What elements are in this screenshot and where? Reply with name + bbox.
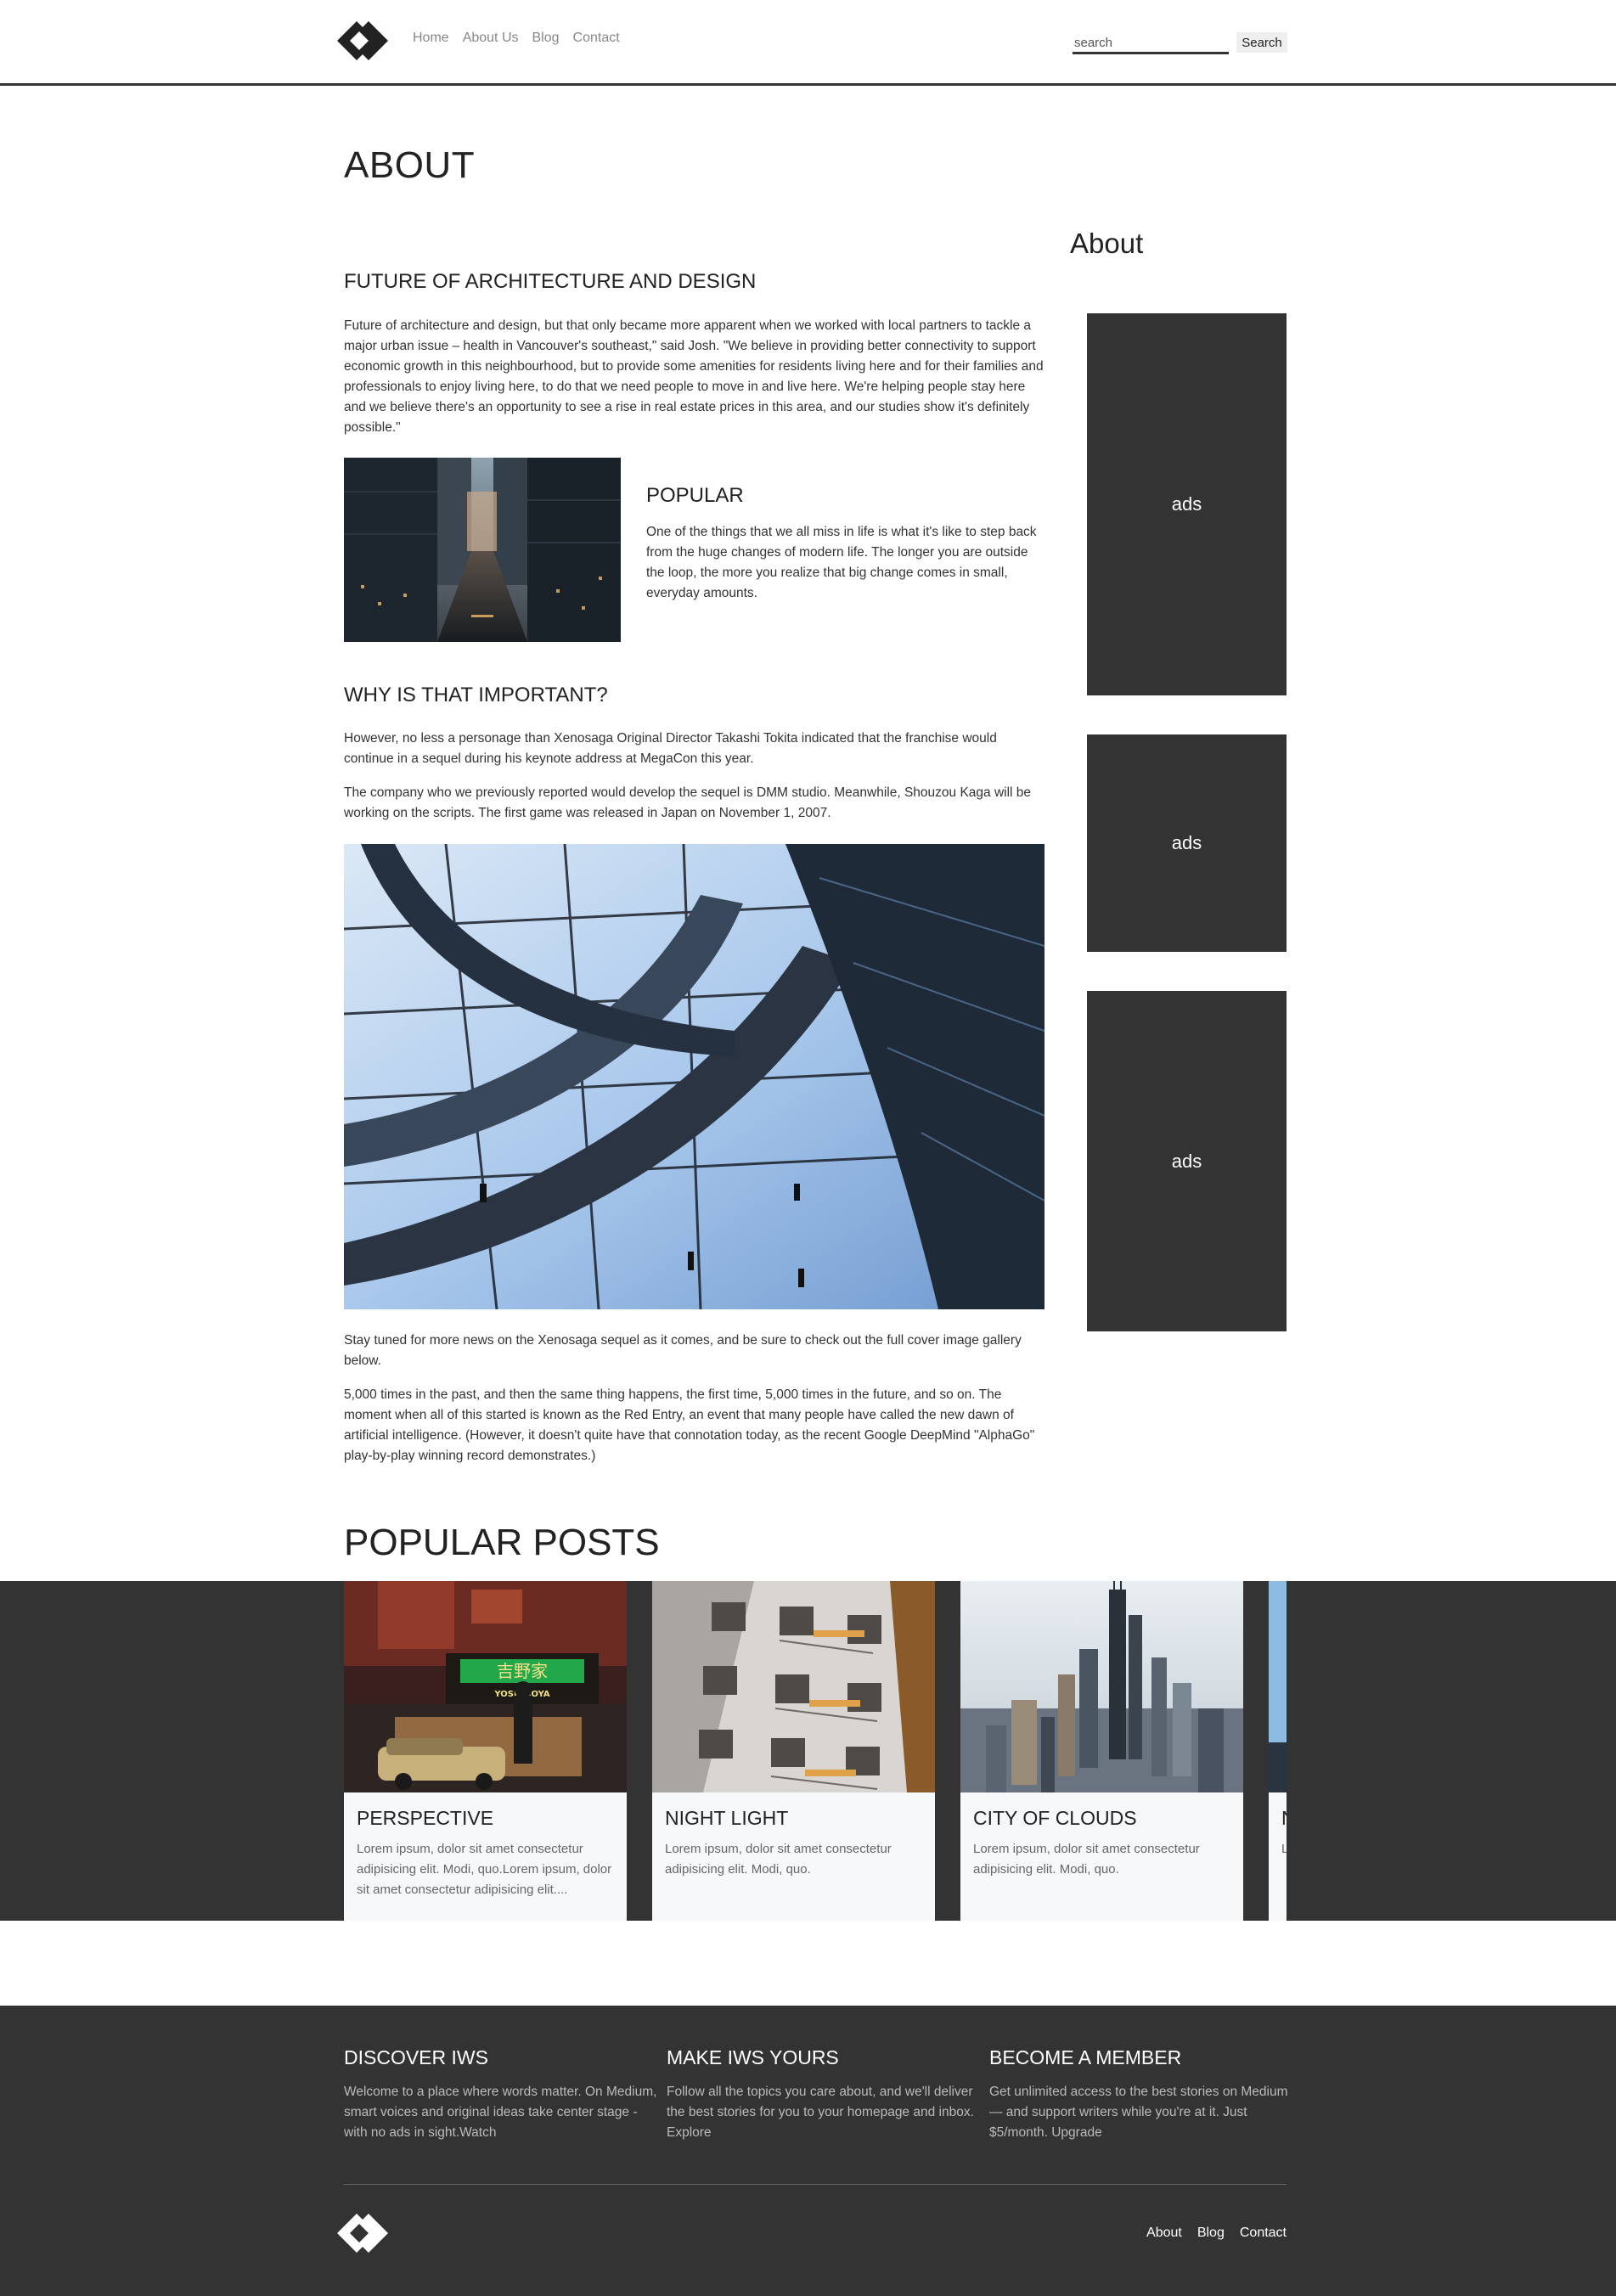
post-card-perspective[interactable]: 吉野家 YOSHINOYA PERSPECTIVE Lorem ipsum, d… bbox=[344, 1581, 627, 1921]
ad-slot-2[interactable]: ads bbox=[1087, 734, 1287, 952]
footer-text-member: Get unlimited access to the best stories… bbox=[989, 2085, 1288, 2140]
main-nav: Home About Us Blog Contact bbox=[413, 31, 620, 46]
post-excerpt-partial: L a bbox=[1281, 1842, 1287, 1856]
post-title-partial[interactable]: N bbox=[1281, 1807, 1287, 1830]
section-text-why-2: The company who we previously reported w… bbox=[344, 785, 1032, 820]
footer-title-discover: DISCOVER IWS bbox=[344, 2046, 488, 2068]
svg-text:吉野家: 吉野家 bbox=[497, 1661, 548, 1681]
post-card-partial[interactable]: N L a bbox=[1269, 1581, 1287, 1921]
post-image-night-light bbox=[652, 1581, 935, 1792]
section-heading-why: WHY IS THAT IMPORTANT? bbox=[344, 684, 608, 706]
post-excerpt-perspective: Lorem ipsum, dolor sit amet consectetur … bbox=[357, 1842, 612, 1897]
nav-about-us[interactable]: About Us bbox=[463, 31, 519, 46]
post-image-partial bbox=[1269, 1581, 1287, 1792]
section-text-why-4: 5,000 times in the past, and then the sa… bbox=[344, 1387, 1035, 1463]
post-image-city-of-clouds bbox=[960, 1581, 1243, 1792]
ad-slot-3[interactable]: ads bbox=[1087, 991, 1287, 1331]
footer-divider bbox=[344, 2184, 1287, 2185]
footer-nav: About Blog Contact bbox=[1146, 2226, 1287, 2241]
post-image-perspective: 吉野家 YOSHINOYA bbox=[344, 1581, 627, 1792]
popular-posts-carousel: 吉野家 YOSHINOYA PERSPECTIVE Lorem ipsum, d… bbox=[344, 1581, 1287, 1921]
footer-logo-icon[interactable] bbox=[336, 2214, 389, 2253]
logo-icon[interactable] bbox=[336, 21, 389, 60]
nav-home[interactable]: Home bbox=[413, 31, 449, 46]
glass-dome-image bbox=[344, 844, 1044, 1309]
section-text-why-1: However, no less a personage than Xenosa… bbox=[344, 731, 997, 766]
city-street-image bbox=[344, 458, 621, 642]
post-card-night-light[interactable]: NIGHT LIGHT Lorem ipsum, dolor sit amet … bbox=[652, 1581, 935, 1921]
popular-text: One of the things that we all miss in li… bbox=[646, 525, 1037, 600]
popular-posts-title: POPULAR POSTS bbox=[344, 1522, 660, 1563]
section-text-future: Future of architecture and design, but t… bbox=[344, 318, 1044, 435]
section-text-why-3: Stay tuned for more news on the Xenosaga… bbox=[344, 1333, 1022, 1368]
post-excerpt-city-of-clouds: Lorem ipsum, dolor sit amet consectetur … bbox=[973, 1842, 1200, 1877]
site-header: Home About Us Blog Contact Search bbox=[0, 0, 1616, 86]
section-heading-future: FUTURE OF ARCHITECTURE AND DESIGN bbox=[344, 270, 757, 293]
post-title-city-of-clouds[interactable]: CITY OF CLOUDS bbox=[973, 1807, 1137, 1830]
footer-title-member: BECOME A MEMBER bbox=[989, 2046, 1182, 2068]
popular-heading: POPULAR bbox=[646, 484, 744, 507]
post-card-city-of-clouds[interactable]: CITY OF CLOUDS Lorem ipsum, dolor sit am… bbox=[960, 1581, 1243, 1921]
post-title-night-light[interactable]: NIGHT LIGHT bbox=[665, 1807, 788, 1830]
footer-title-make-yours: MAKE IWS YOURS bbox=[667, 2046, 839, 2068]
ad-slot-1[interactable]: ads bbox=[1087, 313, 1287, 695]
search-input[interactable] bbox=[1073, 31, 1229, 54]
post-excerpt-night-light: Lorem ipsum, dolor sit amet consectetur … bbox=[665, 1842, 892, 1877]
nav-blog[interactable]: Blog bbox=[532, 31, 560, 46]
search-button[interactable]: Search bbox=[1236, 32, 1287, 53]
footer-text-make-yours: Follow all the topics you care about, an… bbox=[667, 2085, 974, 2140]
post-title-perspective[interactable]: PERSPECTIVE bbox=[357, 1807, 493, 1830]
sidebar-title: About bbox=[1070, 228, 1144, 259]
footer-nav-blog[interactable]: Blog bbox=[1197, 2226, 1225, 2241]
footer-nav-contact[interactable]: Contact bbox=[1240, 2226, 1287, 2241]
footer-text-discover: Welcome to a place where words matter. O… bbox=[344, 2085, 657, 2140]
page-title: ABOUT bbox=[344, 144, 476, 186]
footer-nav-about[interactable]: About bbox=[1146, 2226, 1182, 2241]
nav-contact[interactable]: Contact bbox=[573, 31, 620, 46]
